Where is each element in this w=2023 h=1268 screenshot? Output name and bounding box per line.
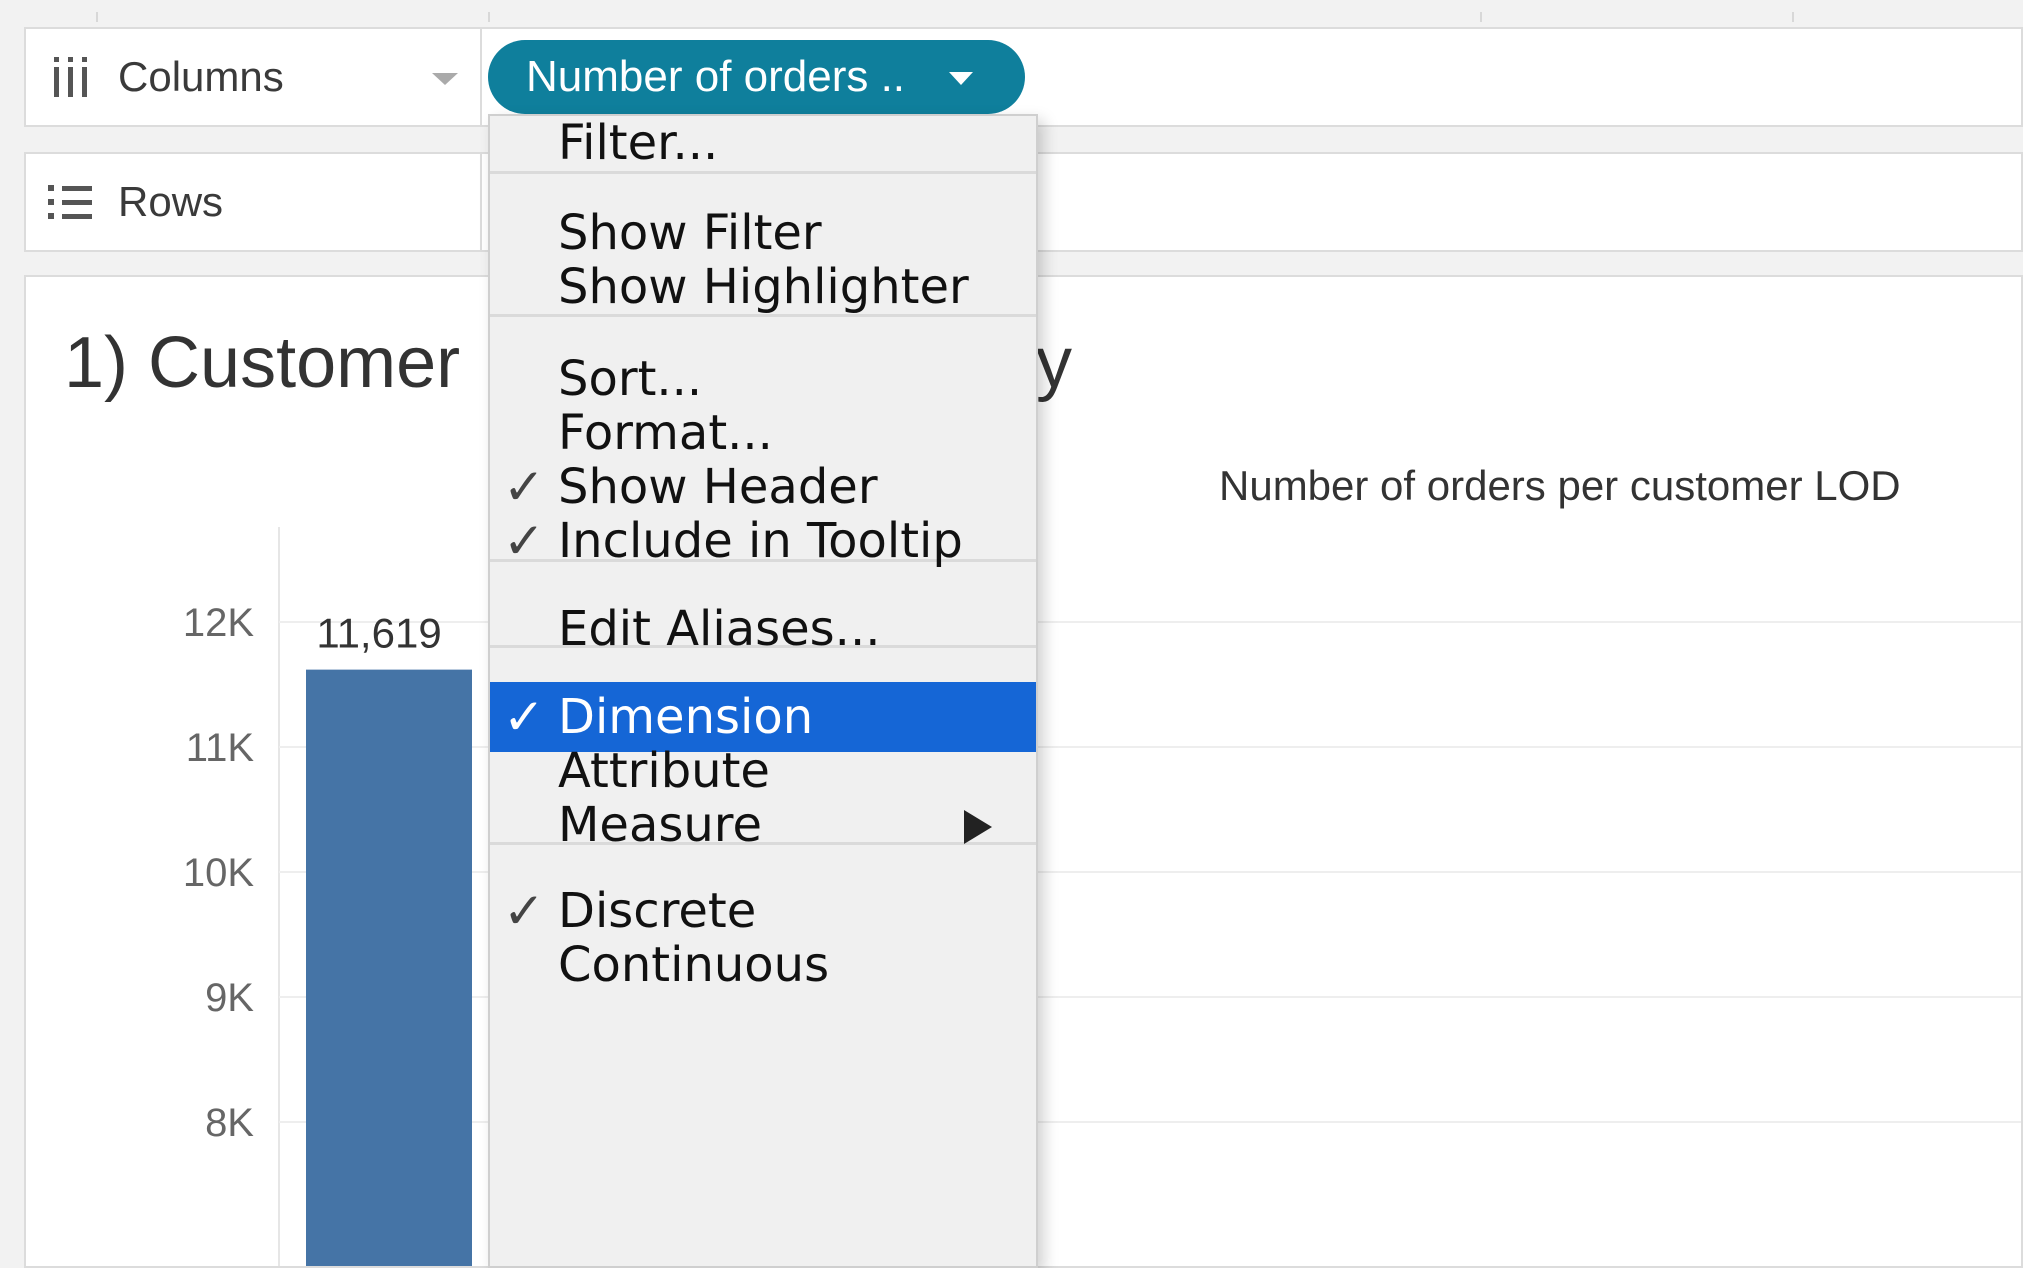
rows-shelf-label[interactable]: Rows: [26, 154, 482, 250]
top-tick: [488, 12, 490, 22]
menu-item-edit-aliases[interactable]: Edit Aliases...: [490, 594, 1036, 664]
top-tick: [96, 12, 98, 22]
y-tick-label: 8K: [205, 1101, 254, 1145]
menu-item-filter[interactable]: Filter...: [490, 108, 1036, 178]
columns-shelf-label[interactable]: Columns: [26, 29, 482, 125]
chevron-down-icon[interactable]: [949, 72, 973, 85]
submenu-arrow-icon: [964, 810, 992, 844]
y-tick-label: 9K: [205, 976, 254, 1020]
rows-icon: [48, 185, 92, 219]
worksheet-title-tail: y: [1036, 323, 1072, 403]
columns-label: Columns: [118, 53, 284, 100]
menu-item-continuous[interactable]: Continuous: [490, 930, 1036, 1000]
menu-item-label: Measure: [558, 797, 762, 853]
chevron-down-icon[interactable]: [432, 73, 458, 85]
menu-item-include-in-tooltip[interactable]: ✓ Include in Tooltip: [490, 506, 1036, 576]
worksheet-title: 1) Customer: [64, 323, 461, 403]
columns-icon: [48, 57, 92, 97]
y-tick-label: 12K: [183, 601, 254, 645]
top-tick: [1480, 12, 1482, 22]
y-tick-label: 11K: [186, 726, 255, 770]
menu-item-show-highlighter[interactable]: Show Highlighter: [490, 252, 1036, 322]
top-tick: [1792, 12, 1794, 22]
menu-item-measure[interactable]: Measure: [490, 790, 1036, 860]
menu-item-label: Show Highlighter: [558, 259, 969, 315]
column-header-label: Number of orders per customer LOD: [1219, 462, 1901, 509]
bar[interactable]: [306, 669, 472, 1266]
pill-context-menu: Filter... Show Filter Show Highlighter Sort…: [488, 114, 1038, 1268]
menu-item-label: Edit Aliases...: [558, 601, 881, 657]
y-tick-label: 10K: [183, 851, 254, 895]
menu-item-label: Filter...: [558, 115, 719, 171]
rows-label: Rows: [118, 178, 224, 225]
menu-item-label: Continuous: [558, 937, 830, 993]
number-of-orders-pill[interactable]: Number of orders ..: [488, 40, 1025, 114]
checkmark-icon: ✓: [503, 512, 545, 570]
pill-label: Number of orders ..: [526, 52, 906, 101]
bar-data-label: 11,619: [316, 610, 441, 657]
menu-item-label: Include in Tooltip: [558, 513, 963, 569]
